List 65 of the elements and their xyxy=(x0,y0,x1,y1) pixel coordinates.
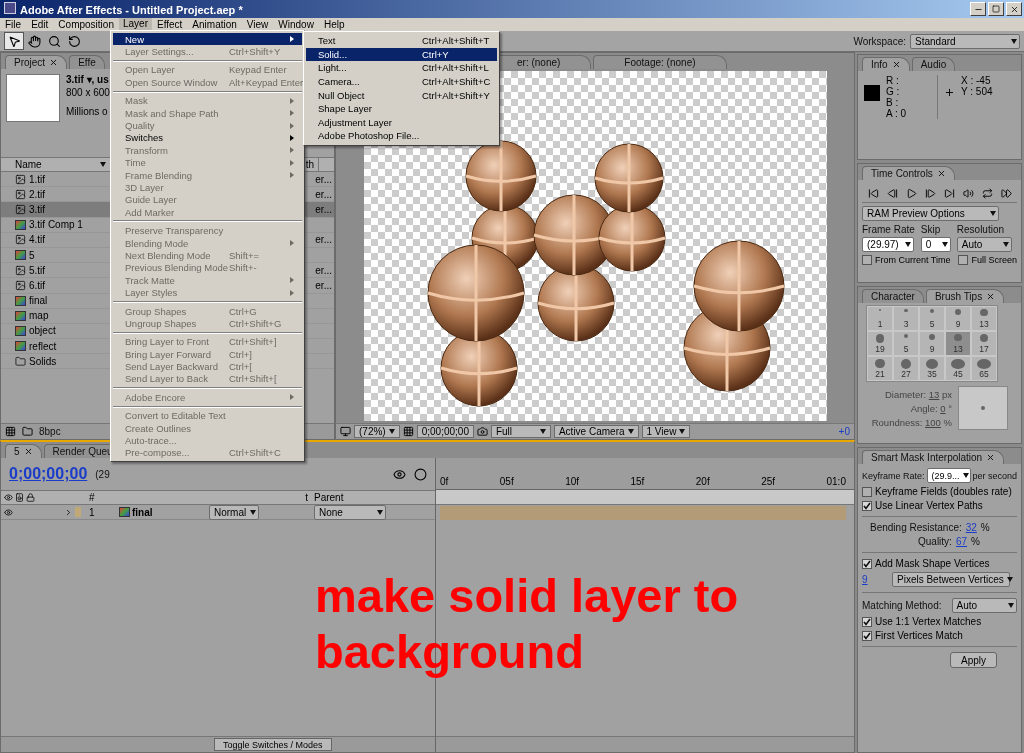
channel-value: A : 0 xyxy=(886,108,907,119)
brush-size: 65 xyxy=(979,369,989,379)
ruler-label: 01:0 xyxy=(826,476,846,487)
channel-value: R : xyxy=(886,75,900,86)
table-cell: er... xyxy=(315,279,332,291)
column-header: t xyxy=(304,492,309,503)
field-label: Keyframe Rate: xyxy=(862,470,925,481)
brush-size: 3 xyxy=(903,319,909,329)
ruler-label: 20f xyxy=(695,476,710,487)
workspace-label: Workspace: xyxy=(853,35,906,47)
brush-size: 19 xyxy=(875,344,885,354)
brush-size: 9 xyxy=(929,344,935,354)
column-header: Parent xyxy=(313,492,345,503)
channel-value: B : xyxy=(886,97,900,108)
unit-label: % xyxy=(971,536,980,547)
window-title: Adobe After Effects - Untitled Project.aep * xyxy=(20,4,243,16)
ruler-label: 05f xyxy=(499,476,514,487)
layer-number: 1 xyxy=(88,506,96,518)
checkbox-label: Use 1:1 Vertex Matches xyxy=(875,616,982,627)
unit-label: per second xyxy=(972,470,1018,481)
footage-color-depth: Millions o xyxy=(66,106,109,117)
checkbox-label: First Vertices Match xyxy=(875,630,963,641)
ruler-label: 15f xyxy=(630,476,645,487)
ruler-label: 0f xyxy=(440,476,449,487)
brush-size: 21 xyxy=(875,369,885,379)
brush-size: 17 xyxy=(979,344,989,354)
checkbox-label: Use Linear Vertex Paths xyxy=(875,500,983,511)
table-cell: er... xyxy=(315,234,332,246)
column-header: # xyxy=(88,492,96,503)
brush-size: 5 xyxy=(929,319,935,329)
channel-value: G : xyxy=(886,86,901,97)
brush-size: 45 xyxy=(953,369,963,379)
table-cell: er... xyxy=(315,264,332,276)
brush-parameter: Roundness: 100 % xyxy=(871,416,952,428)
x-coordinate: X : -45 xyxy=(961,75,992,86)
checkbox-label: Full Screen xyxy=(971,255,1017,265)
field-label: Quality: xyxy=(918,536,952,547)
ruler-label: 10f xyxy=(565,476,580,487)
brush-size: 9 xyxy=(955,319,961,329)
brush-size: 5 xyxy=(903,344,909,354)
unit-label: % xyxy=(980,522,990,533)
annotation-text: make solid layer to background xyxy=(315,568,740,681)
footage-size: 800 x 600 xyxy=(66,87,110,98)
brush-size: 35 xyxy=(927,369,937,379)
table-cell: er... xyxy=(315,203,332,215)
ruler-label: 25f xyxy=(761,476,776,487)
table-cell: er... xyxy=(315,173,332,185)
brush-size: 13 xyxy=(979,319,989,329)
brush-size: 27 xyxy=(901,369,911,379)
table-cell: er... xyxy=(315,188,332,200)
field-label: Matching Method: xyxy=(862,600,942,611)
footage-name: 3.tif ▾, us xyxy=(66,74,110,85)
frame-rate: (29 xyxy=(95,468,110,480)
brush-size: 1 xyxy=(877,319,883,329)
brush-size: 13 xyxy=(953,344,963,354)
brush-parameter: Diameter: 13 px xyxy=(884,388,952,400)
field-label: Resolution xyxy=(956,224,1006,235)
checkbox-label: From Current Time xyxy=(875,255,951,265)
field-label: Bending Resistance: xyxy=(870,522,962,533)
field-label: Skip xyxy=(920,224,942,235)
checkbox-label: Add Mask Shape Vertices xyxy=(875,558,990,569)
field-label: Frame Rate xyxy=(862,224,915,235)
brush-parameter: Angle: 0 ° xyxy=(910,402,952,414)
checkbox-label: Keyframe Fields (doubles rate) xyxy=(875,486,1012,497)
y-coordinate: Y : 504 xyxy=(961,86,993,97)
